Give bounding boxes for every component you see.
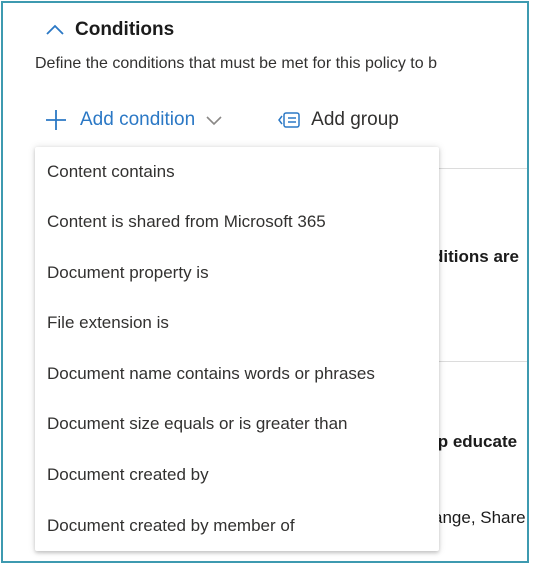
menu-item-document-created-by[interactable]: Document created by <box>35 450 439 501</box>
add-group-label: Add group <box>311 109 399 130</box>
add-group-icon <box>278 112 300 128</box>
background-condition-text: ditions are <box>433 247 519 266</box>
background-notification-text: lp educate <box>433 432 518 451</box>
menu-item-file-extension-is[interactable]: File extension is <box>35 298 439 349</box>
add-group-button[interactable]: Add group <box>277 109 399 131</box>
menu-item-document-name-contains[interactable]: Document name contains words or phrases <box>35 349 439 400</box>
background-divider <box>439 361 527 362</box>
menu-item-content-shared-from-m365[interactable]: Content is shared from Microsoft 365 <box>35 197 439 248</box>
conditions-section-header[interactable]: Conditions <box>45 17 174 43</box>
section-title: Conditions <box>75 19 175 40</box>
menu-item-document-size[interactable]: Document size equals or is greater than <box>35 399 439 450</box>
plus-icon <box>46 110 66 130</box>
section-description: Define the conditions that must be met f… <box>35 55 437 72</box>
menu-item-document-property-is[interactable]: Document property is <box>35 248 439 299</box>
menu-item-document-created-by-member-of[interactable]: Document created by member of <box>35 501 439 552</box>
background-divider <box>439 168 527 169</box>
chevron-down-icon <box>206 116 222 126</box>
menu-item-content-contains[interactable]: Content contains <box>35 147 439 197</box>
chevron-up-icon[interactable] <box>45 23 65 37</box>
screenshot-frame: Conditions Define the conditions that mu… <box>1 1 529 563</box>
add-condition-button[interactable]: Add condition <box>45 109 223 131</box>
background-locations-text: ange, Share <box>433 508 526 527</box>
add-condition-label: Add condition <box>80 109 196 130</box>
conditions-toolbar: Add condition Add group <box>45 106 399 134</box>
add-condition-dropdown-menu: Content contains Content is shared from … <box>35 147 439 551</box>
